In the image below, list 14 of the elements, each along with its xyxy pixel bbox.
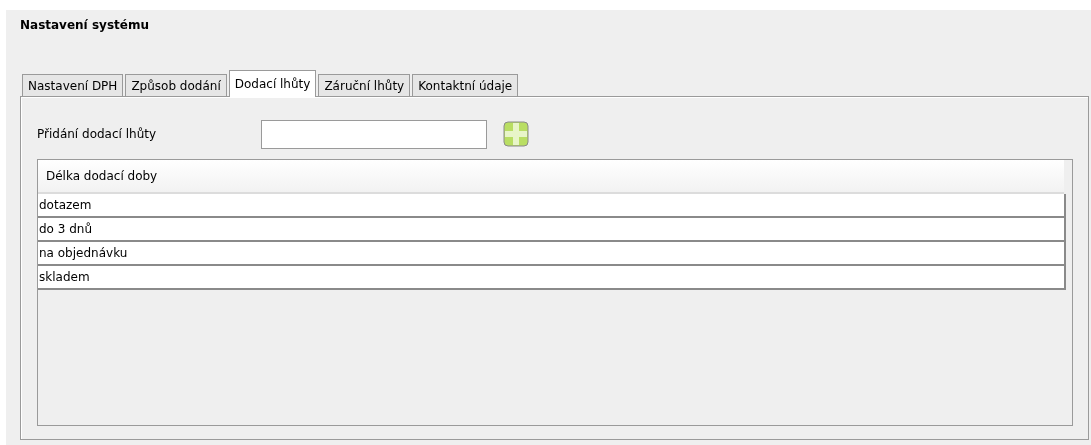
tab[interactable]: Kontaktní údaje <box>412 74 519 96</box>
table-cell[interactable]: na objednávku <box>38 242 1066 266</box>
table-cell[interactable]: do 3 dnů <box>38 218 1066 242</box>
field-label: Přidání dodací lhůty <box>37 127 158 141</box>
tab[interactable]: Dodací lhůty <box>228 70 317 97</box>
table-cell[interactable]: skladem <box>38 266 1066 290</box>
tab[interactable]: Nastavení DPH <box>22 74 124 96</box>
tab[interactable]: Záruční lhůty <box>318 74 411 96</box>
add-icon[interactable] <box>503 121 529 147</box>
input-field[interactable] <box>261 119 487 149</box>
table-cell[interactable]: dotazem <box>38 194 1066 218</box>
column-header[interactable]: Délka dodací doby <box>38 160 1064 194</box>
tab[interactable]: Způsob dodání <box>125 74 227 96</box>
page-title: Nastavení systému <box>20 18 150 34</box>
